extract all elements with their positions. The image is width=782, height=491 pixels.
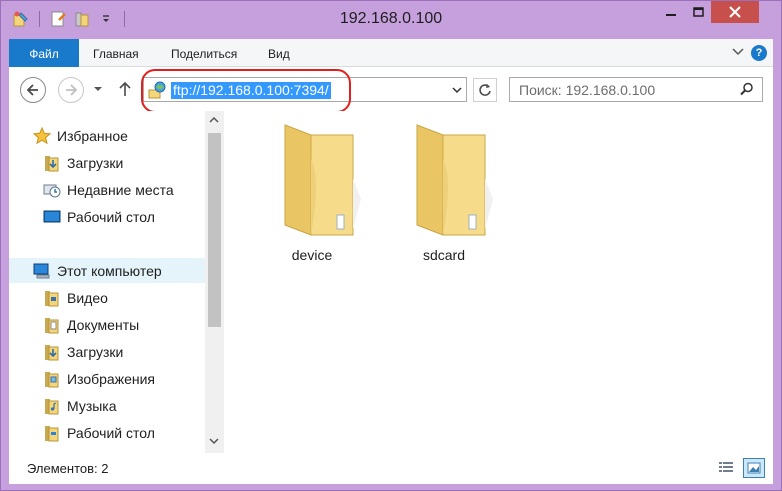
search-box[interactable]	[509, 77, 763, 102]
recent-places-icon	[43, 181, 61, 199]
tab-home[interactable]: Главная	[93, 39, 139, 67]
refresh-button[interactable]	[473, 78, 497, 102]
navigation-scrollbar[interactable]	[205, 111, 224, 453]
maximize-button[interactable]	[685, 1, 711, 23]
sidebar-item-label: Загрузки	[67, 343, 124, 360]
scroll-thumb[interactable]	[208, 133, 221, 327]
ftp-location-icon	[148, 81, 166, 99]
desktop-icon	[43, 208, 61, 226]
sidebar-item-label: Избранное	[57, 127, 128, 144]
folder-item-sdcard[interactable]: sdcard	[389, 119, 499, 269]
downloads-folder-icon	[43, 343, 61, 361]
star-icon	[33, 126, 51, 145]
sidebar-item-this-pc[interactable]: Этот компьютер	[9, 258, 205, 283]
sidebar-item-label: Изображения	[67, 370, 155, 387]
help-icon[interactable]: ?	[751, 45, 767, 61]
chevron-down-icon[interactable]	[452, 85, 462, 95]
recent-locations-icon[interactable]	[93, 84, 103, 94]
sidebar-item-label: Загрузки	[67, 154, 124, 171]
search-input[interactable]	[510, 78, 736, 101]
arrow-right-icon	[66, 84, 78, 96]
expand-ribbon-icon[interactable]	[731, 45, 745, 59]
details-view-icon	[719, 462, 733, 472]
sidebar-item-favorites[interactable]: Избранное	[9, 123, 205, 148]
close-icon	[729, 6, 741, 18]
sidebar-item-label: Рабочий стол	[67, 424, 155, 441]
arrow-up-icon[interactable]	[117, 80, 133, 98]
close-button[interactable]	[711, 1, 759, 23]
details-view-button[interactable]	[715, 458, 737, 478]
forward-button[interactable]	[58, 77, 84, 103]
address-bar[interactable]: ftp://192.168.0.100:7394/	[143, 77, 467, 102]
folder-icon	[284, 124, 361, 236]
folder-name: sdcard	[422, 247, 466, 263]
large-icons-view-button[interactable]	[743, 458, 765, 478]
sidebar-item-documents[interactable]: Документы	[9, 312, 205, 337]
downloads-folder-icon	[43, 154, 61, 172]
file-list-pane: device sdcard	[224, 111, 773, 453]
explorer-window: 192.168.0.100 Файл Главная Поделиться Ви…	[0, 0, 782, 491]
sidebar-item-pictures[interactable]: Изображения	[9, 366, 205, 391]
refresh-icon	[479, 84, 491, 96]
window-controls	[657, 1, 759, 23]
documents-folder-icon	[43, 316, 61, 334]
minimize-button[interactable]	[657, 1, 685, 23]
sidebar-item-recent-places[interactable]: Недавние места	[9, 177, 205, 202]
computer-icon	[33, 262, 51, 280]
status-bar: Элементов: 2	[9, 453, 773, 484]
scroll-up-icon[interactable]	[209, 115, 219, 125]
sidebar-item-label: Рабочий стол	[67, 208, 155, 225]
desktop-folder-icon	[43, 424, 61, 442]
search-icon[interactable]	[740, 82, 754, 96]
video-folder-icon	[43, 289, 61, 307]
item-count: Элементов: 2	[27, 461, 109, 476]
sidebar-item-label: Этот компьютер	[57, 262, 162, 279]
folder-icon	[416, 124, 493, 236]
scroll-down-icon[interactable]	[209, 436, 219, 446]
tab-share[interactable]: Поделиться	[171, 39, 237, 67]
title-bar[interactable]: 192.168.0.100	[1, 1, 781, 39]
music-folder-icon	[43, 397, 61, 415]
sidebar-item-videos[interactable]: Видео	[9, 285, 205, 310]
sidebar-item-label: Недавние места	[67, 181, 174, 198]
navigation-pane: Избранное Загрузки Недавние места Рабочи…	[9, 111, 224, 453]
pictures-folder-icon	[43, 370, 61, 388]
sidebar-item-music[interactable]: Музыка	[9, 393, 205, 418]
sidebar-item-label: Видео	[67, 289, 108, 306]
sidebar-item-label: Документы	[67, 316, 140, 333]
minimize-icon	[666, 14, 676, 16]
sidebar-item-desktop[interactable]: Рабочий стол	[9, 204, 205, 229]
content-area: Избранное Загрузки Недавние места Рабочи…	[9, 111, 773, 453]
tab-file[interactable]: Файл	[9, 39, 79, 67]
folder-item-device[interactable]: device	[257, 119, 367, 269]
sidebar-item-downloads-pc[interactable]: Загрузки	[9, 339, 205, 364]
large-icons-view-icon	[747, 462, 761, 474]
sidebar-item-label: Музыка	[67, 397, 117, 414]
back-button[interactable]	[20, 77, 46, 103]
tab-view[interactable]: Вид	[268, 39, 290, 67]
maximize-icon	[692, 7, 704, 17]
sidebar-item-downloads[interactable]: Загрузки	[9, 150, 205, 175]
arrow-left-icon	[26, 84, 38, 96]
folder-name: device	[291, 247, 333, 263]
navigation-bar: ftp://192.168.0.100:7394/	[9, 67, 773, 113]
address-text[interactable]: ftp://192.168.0.100:7394/	[171, 82, 331, 99]
ribbon: Файл Главная Поделиться Вид ?	[9, 39, 773, 67]
sidebar-item-desktop-pc[interactable]: Рабочий стол	[9, 420, 205, 445]
